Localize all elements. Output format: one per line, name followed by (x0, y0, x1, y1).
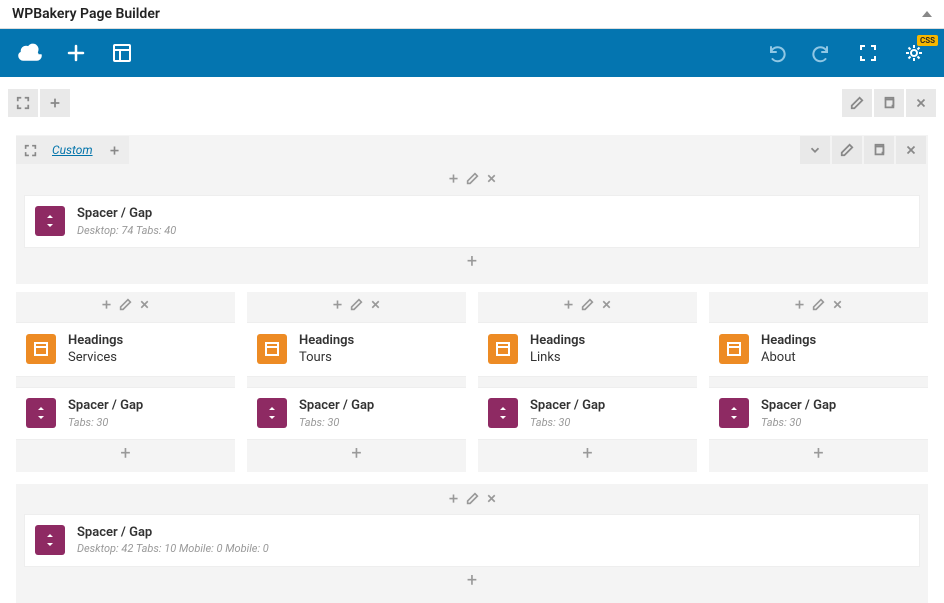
expand-icon[interactable] (8, 89, 38, 117)
delete-element-icon[interactable] (485, 172, 498, 185)
delete-element-icon[interactable] (369, 298, 382, 311)
edit-element-icon[interactable] (119, 298, 132, 311)
delete-element-icon[interactable] (485, 492, 498, 505)
element-subtitle: Tabs: 30 (761, 416, 836, 429)
fullscreen-button[interactable] (848, 33, 888, 73)
editor-body: Custom (0, 119, 944, 603)
element-subtitle: Tabs: 30 (530, 416, 605, 429)
edit-element-icon[interactable] (812, 298, 825, 311)
element-title: Spacer / Gap (77, 206, 176, 222)
row-class-label[interactable]: Custom (44, 136, 101, 164)
add-element-zone[interactable]: + (24, 567, 920, 595)
element-subtitle: Services (68, 350, 123, 366)
undo-button[interactable] (756, 33, 796, 73)
clone-row-button[interactable] (864, 136, 894, 164)
heading-icon (26, 334, 56, 364)
css-badge: CSS (917, 35, 938, 46)
wpbakery-logo-icon[interactable] (10, 33, 50, 73)
expand-icon[interactable] (16, 136, 44, 164)
column: Headings Links Spacer / Gap Tabs: 30 + (478, 292, 697, 472)
spacer-icon (488, 398, 518, 428)
add-element-icon[interactable] (100, 298, 113, 311)
element-title: Headings (761, 333, 816, 349)
element-subtitle: Desktop: 42 Tabs: 10 Mobile: 0 Mobile: 0 (77, 542, 269, 555)
heading-element[interactable]: Headings Links (478, 322, 697, 377)
app-title: WPBakery Page Builder (12, 6, 160, 22)
heading-element[interactable]: Headings Tours (247, 322, 466, 377)
edit-section-button[interactable] (842, 89, 872, 117)
heading-element[interactable]: Headings Services (16, 322, 235, 377)
edit-element-icon[interactable] (466, 492, 479, 505)
add-element-icon[interactable] (562, 298, 575, 311)
add-element-zone[interactable]: + (715, 440, 922, 468)
redo-button[interactable] (802, 33, 842, 73)
edit-element-icon[interactable] (350, 298, 363, 311)
heading-element[interactable]: Headings About (709, 322, 928, 377)
element-subtitle: Tours (299, 350, 354, 366)
heading-icon (719, 334, 749, 364)
add-section-button[interactable] (40, 89, 70, 117)
column: Headings Tours Spacer / Gap Tabs: 30 + (247, 292, 466, 472)
edit-element-icon[interactable] (466, 172, 479, 185)
add-column-button[interactable] (101, 136, 129, 164)
element-title: Headings (530, 333, 585, 349)
spacer-icon (26, 398, 56, 428)
templates-button[interactable] (102, 33, 142, 73)
element-title: Headings (68, 333, 123, 349)
add-element-icon[interactable] (331, 298, 344, 311)
edit-row-button[interactable] (832, 136, 862, 164)
section-toolbar (0, 83, 944, 119)
row-block: Spacer / Gap Desktop: 42 Tabs: 10 Mobile… (16, 484, 928, 603)
spacer-element[interactable]: Spacer / Gap Desktop: 74 Tabs: 40 (24, 195, 920, 248)
add-element-button[interactable] (56, 33, 96, 73)
app-header: WPBakery Page Builder (0, 0, 944, 29)
element-title: Spacer / Gap (299, 398, 374, 414)
element-title: Spacer / Gap (77, 525, 269, 541)
add-element-icon[interactable] (793, 298, 806, 311)
heading-icon (257, 334, 287, 364)
add-element-icon[interactable] (447, 492, 460, 505)
settings-button[interactable]: CSS (894, 33, 934, 73)
edit-element-icon[interactable] (581, 298, 594, 311)
heading-icon (488, 334, 518, 364)
add-element-icon[interactable] (447, 172, 460, 185)
column: Headings Services Spacer / Gap Tabs: 30 … (16, 292, 235, 472)
element-subtitle: Tabs: 30 (68, 416, 143, 429)
clone-section-button[interactable] (874, 89, 904, 117)
element-title: Spacer / Gap (530, 398, 605, 414)
columns-row: Headings Services Spacer / Gap Tabs: 30 … (16, 292, 928, 472)
delete-element-icon[interactable] (831, 298, 844, 311)
delete-element-icon[interactable] (138, 298, 151, 311)
add-element-zone[interactable]: + (22, 440, 229, 468)
spacer-element[interactable]: Spacer / Gap Tabs: 30 (16, 387, 235, 440)
spacer-element[interactable]: Spacer / Gap Desktop: 42 Tabs: 10 Mobile… (24, 514, 920, 567)
row-block: Custom (16, 135, 928, 284)
element-title: Headings (299, 333, 354, 349)
element-subtitle: Tabs: 30 (299, 416, 374, 429)
collapse-toggle[interactable] (922, 11, 932, 17)
spacer-icon (257, 398, 287, 428)
column: Headings About Spacer / Gap Tabs: 30 + (709, 292, 928, 472)
add-element-zone[interactable]: + (484, 440, 691, 468)
add-element-zone[interactable]: + (253, 440, 460, 468)
element-title: Spacer / Gap (761, 398, 836, 414)
delete-row-button[interactable] (896, 136, 926, 164)
spacer-icon (35, 525, 65, 555)
main-toolbar: CSS (0, 29, 944, 77)
spacer-element[interactable]: Spacer / Gap Tabs: 30 (709, 387, 928, 440)
row-layout-button[interactable] (800, 136, 830, 164)
element-title: Spacer / Gap (68, 398, 143, 414)
spacer-element[interactable]: Spacer / Gap Tabs: 30 (247, 387, 466, 440)
element-subtitle: About (761, 350, 816, 366)
spacer-element[interactable]: Spacer / Gap Tabs: 30 (478, 387, 697, 440)
spacer-icon (719, 398, 749, 428)
element-subtitle: Desktop: 74 Tabs: 40 (77, 224, 176, 237)
spacer-icon (35, 206, 65, 236)
delete-element-icon[interactable] (600, 298, 613, 311)
element-subtitle: Links (530, 350, 585, 366)
delete-section-button[interactable] (906, 89, 936, 117)
add-element-zone[interactable]: + (24, 248, 920, 276)
